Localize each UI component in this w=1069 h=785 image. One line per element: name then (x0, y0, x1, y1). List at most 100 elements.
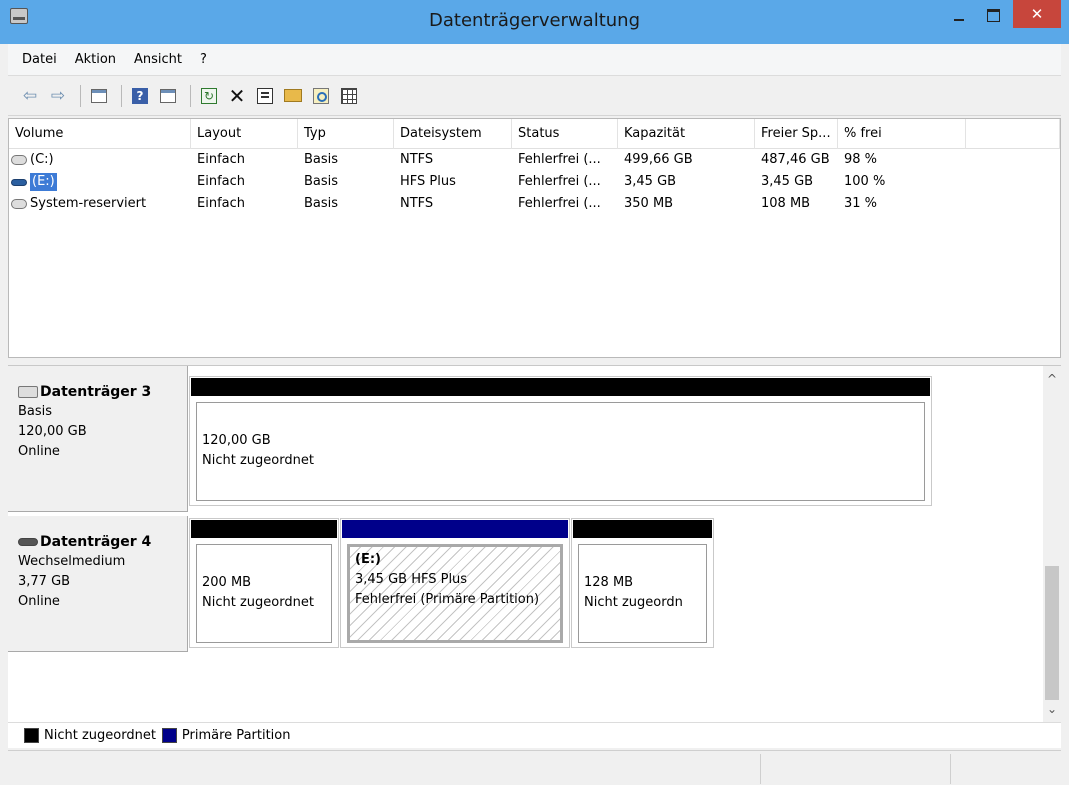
filesystem-cell: NTFS (400, 196, 434, 211)
menu-aktion[interactable]: Aktion (66, 52, 125, 67)
help-button[interactable]: ? (128, 84, 152, 108)
show-action-pane-button[interactable] (156, 84, 180, 108)
hard-disk-icon (18, 386, 38, 398)
delete-icon[interactable]: ✕ (225, 84, 249, 108)
minimize-button[interactable] (944, 0, 974, 30)
show-hide-console-tree-button[interactable] (87, 84, 111, 108)
volume-cell: (C:) (9, 149, 191, 171)
partition-desc: Nicht zugeordnet (202, 595, 314, 610)
disk-4-size: 3,77 GB (18, 574, 71, 589)
unallocated-bar (191, 378, 930, 396)
legend-swatch-primary (161, 728, 177, 743)
legend-label: Primäre Partition (181, 728, 291, 743)
forward-icon[interactable]: ⇨ (46, 84, 70, 108)
partition-label: (E:) (355, 552, 381, 567)
column-header-volume[interactable]: Volume (9, 119, 191, 149)
scroll-up-icon[interactable]: ^ (1043, 370, 1061, 388)
scroll-down-icon[interactable]: ⌄ (1043, 700, 1061, 718)
help-icon: ? (132, 87, 148, 104)
disk-3-state: Online (18, 444, 60, 459)
disk-3-name: Datenträger 3 (18, 382, 187, 402)
refresh-icon: ↻ (201, 87, 217, 104)
layout-cell: Einfach (197, 174, 245, 189)
refresh-button[interactable]: ↻ (197, 84, 221, 108)
partition-body: 128 MB Nicht zugeordn (578, 544, 707, 643)
explore-button[interactable] (309, 84, 333, 108)
explore-icon (313, 87, 329, 104)
close-icon: ✕ (1030, 5, 1044, 23)
table-row[interactable]: (C:) Einfach Basis NTFS Fehlerfrei (... … (9, 149, 1060, 171)
typ-cell: Basis (304, 174, 339, 189)
disk-3-label[interactable]: Datenträger 3 Basis 120,00 GB Online (8, 366, 188, 512)
disk-4-partition-unallocated-2[interactable]: 128 MB Nicht zugeordn (571, 518, 714, 648)
disk-management-window: Datenträgerverwaltung ✕ Datei Aktion Ans… (0, 0, 1069, 785)
menu-datei[interactable]: Datei (13, 52, 66, 67)
column-header-status[interactable]: Status (512, 119, 618, 149)
partition-size: 128 MB (584, 575, 634, 590)
hard-drive-icon (11, 155, 27, 165)
legend: Nicht zugeordnet Primäre Partition (8, 722, 1061, 748)
filesystem-cell: HFS Plus (400, 174, 456, 189)
volume-name: (C:) (30, 152, 54, 167)
column-header-filler (966, 119, 1060, 149)
scrollbar-thumb[interactable] (1045, 566, 1059, 700)
disk-4-partition-unallocated-1[interactable]: 200 MB Nicht zugeordnet (189, 518, 339, 648)
disk-4-type: Wechselmedium (18, 554, 126, 569)
pane-splitter[interactable] (8, 358, 1061, 366)
disk-3-type: Basis (18, 404, 53, 419)
column-header-layout[interactable]: Layout (191, 119, 298, 149)
disk-4-name: Datenträger 4 (18, 532, 187, 552)
partition-desc: Fehlerfrei (Primäre Partition) (355, 592, 540, 607)
status-bar-panel (760, 754, 950, 784)
disk-4-state: Online (18, 594, 60, 609)
disk-4-partition-e[interactable]: (E:) 3,45 GB HFS Plus Fehlerfrei (Primär… (340, 518, 570, 648)
removable-drive-icon (11, 178, 27, 186)
column-header-prozent-frei[interactable]: % frei (838, 119, 966, 149)
capacity-cell: 499,66 GB (624, 152, 693, 167)
volume-list[interactable]: Volume Layout Typ Dateisystem Status Kap… (8, 118, 1061, 358)
disk-4-label[interactable]: Datenträger 4 Wechselmedium 3,77 GB Onli… (8, 516, 188, 652)
toolbar: ⇦ ⇨ ? ↻ ✕ (8, 76, 1061, 116)
capacity-cell: 350 MB (624, 196, 674, 211)
open-button[interactable] (281, 84, 305, 108)
percent-free-cell: 100 % (844, 174, 886, 189)
column-header-typ[interactable]: Typ (298, 119, 394, 149)
column-header-kapazitaet[interactable]: Kapazität (618, 119, 755, 149)
close-button[interactable]: ✕ (1013, 0, 1061, 28)
column-header-dateisystem[interactable]: Dateisystem (394, 119, 512, 149)
title-bar[interactable]: Datenträgerverwaltung ✕ (0, 0, 1069, 44)
volume-list-header: Volume Layout Typ Dateisystem Status Kap… (9, 119, 1060, 149)
menu-help[interactable]: ? (191, 52, 216, 67)
free-space-cell: 108 MB (761, 196, 811, 211)
status-bar (8, 750, 1061, 785)
percent-free-cell: 98 % (844, 152, 878, 167)
vertical-scrollbar[interactable]: ^ ⌄ (1043, 366, 1061, 722)
partition-size: 120,00 GB (202, 433, 271, 448)
table-row[interactable]: System-reserviert Einfach Basis NTFS Feh… (9, 193, 1060, 215)
window-title: Datenträgerverwaltung (429, 10, 640, 31)
table-row-selected[interactable]: (E:) Einfach Basis HFS Plus Fehlerfrei (… (9, 171, 1060, 193)
toolbar-separator (190, 84, 191, 107)
open-icon (284, 89, 302, 102)
properties-button[interactable] (253, 84, 277, 108)
disk-3-partition-unallocated[interactable]: 120,00 GB Nicht zugeordnet (189, 376, 932, 506)
disk-graphical-view: Datenträger 3 Basis 120,00 GB Online 120… (8, 366, 1061, 722)
column-header-freier-speicher[interactable]: Freier Sp... (755, 119, 838, 149)
partition-body-selected: (E:) 3,45 GB HFS Plus Fehlerfrei (Primär… (347, 544, 563, 643)
maximize-button[interactable] (978, 0, 1008, 30)
typ-cell: Basis (304, 152, 339, 167)
unallocated-bar (573, 520, 712, 538)
partition-size: 200 MB (202, 575, 252, 590)
legend-item-unallocated: Nicht zugeordnet (24, 728, 156, 743)
volume-cell: System-reserviert (9, 193, 191, 215)
layout-cell: Einfach (197, 196, 245, 211)
back-icon[interactable]: ⇦ (18, 84, 42, 108)
menu-ansicht[interactable]: Ansicht (125, 52, 191, 67)
legend-swatch-unallocated (24, 728, 39, 743)
primary-partition-bar (342, 520, 568, 538)
partition-body: 200 MB Nicht zugeordnet (196, 544, 332, 643)
export-list-button[interactable] (337, 84, 361, 108)
partition-desc: Nicht zugeordn (584, 595, 683, 610)
layout-cell: Einfach (197, 152, 245, 167)
disk-3-size: 120,00 GB (18, 424, 87, 439)
